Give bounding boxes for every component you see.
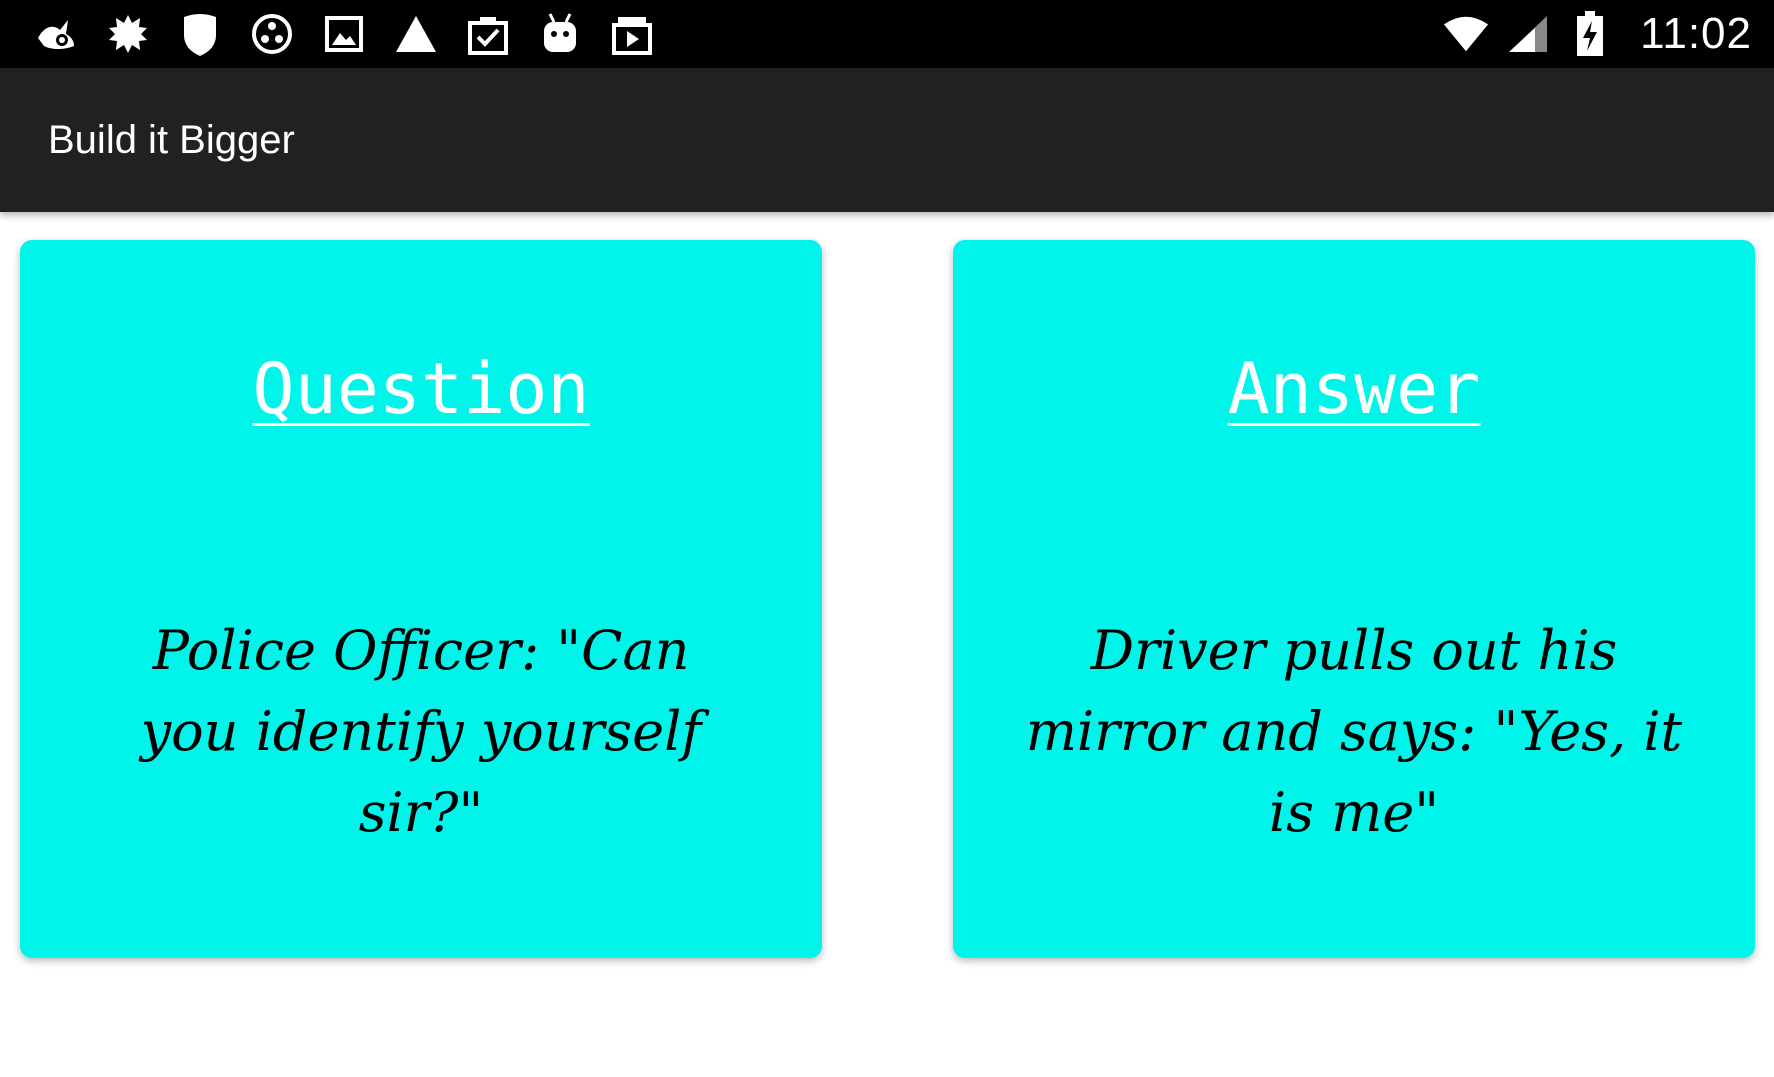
warning-triangle-icon [390,8,442,60]
signal-icon [1504,10,1552,58]
question-text: Police Officer: "Can you identify yourse… [140,619,702,844]
battery-charging-icon [1566,10,1614,58]
bird-icon [30,8,82,60]
app-title: Build it Bigger [48,118,295,162]
question-card[interactable]: Question Police Officer: "Can you identi… [20,240,822,958]
circles-icon [246,8,298,60]
clipboard-check-icon [462,8,514,60]
answer-card[interactable]: Answer Driver pulls out his mirror and s… [953,240,1755,958]
wifi-icon [1442,10,1490,58]
android-icon [534,8,586,60]
answer-heading: Answer [1227,348,1481,430]
clock: 11:02 [1640,9,1752,58]
play-folder-icon [606,8,658,60]
question-heading: Question [252,348,590,430]
system-icons: 11:02 [1428,8,1752,60]
image-icon [318,8,370,60]
burst-icon [102,8,154,60]
app-bar: Build it Bigger [0,68,1774,212]
notification-icons [30,8,678,60]
answer-text: Driver pulls out his mirror and says: "Y… [1025,619,1683,844]
status-bar: 11:02 [0,0,1774,68]
shield-icon [174,8,226,60]
